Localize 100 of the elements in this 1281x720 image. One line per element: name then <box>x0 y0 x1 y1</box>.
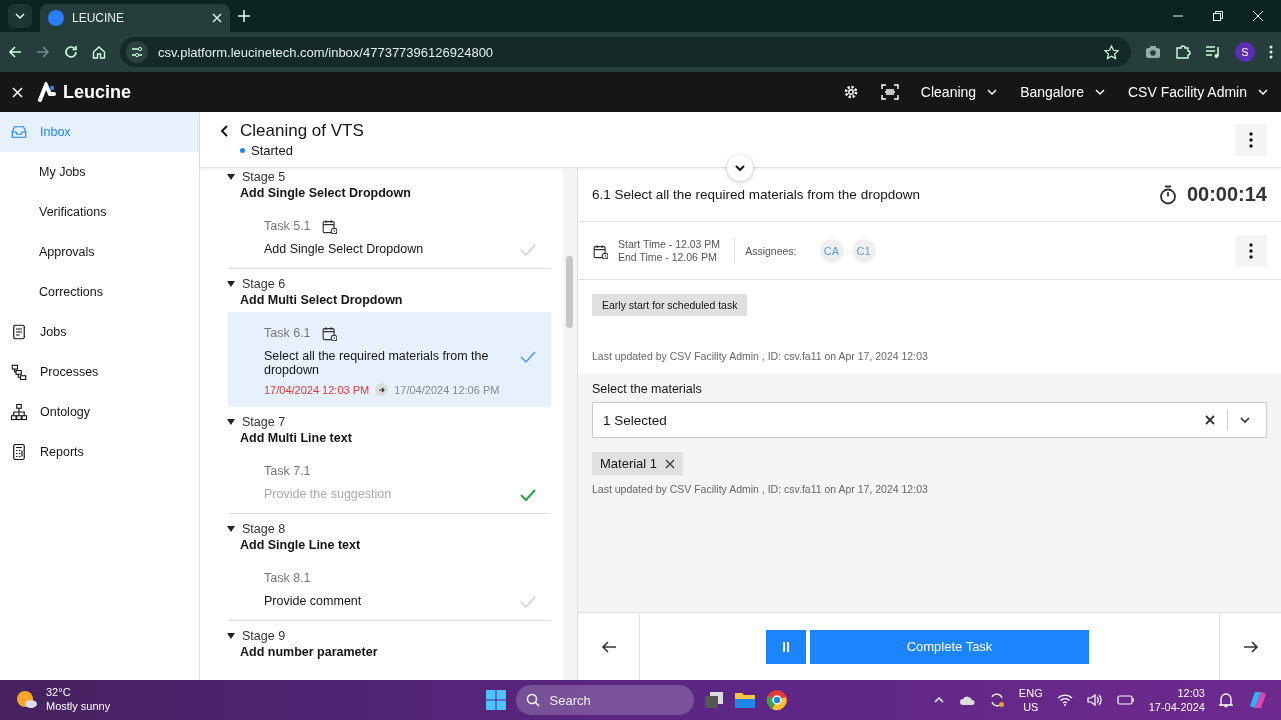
task-label: Task 5.1 <box>264 219 311 233</box>
task-label: Task 6.1 <box>264 325 311 340</box>
sidebar-item[interactable]: Processes <box>0 352 199 392</box>
more-options-icon[interactable] <box>1269 45 1273 59</box>
more-options-button[interactable] <box>1235 234 1267 267</box>
profile-avatar[interactable]: S <box>1235 42 1255 62</box>
back-arrow-icon[interactable] <box>8 45 22 59</box>
more-options-icon <box>1249 242 1253 259</box>
language-indicator[interactable]: ENG <box>1018 685 1043 700</box>
chevron-down-icon <box>734 162 746 174</box>
sidebar-item[interactable]: Reports <box>0 432 199 472</box>
arrow-right-icon <box>1242 639 1259 654</box>
reload-icon[interactable] <box>64 45 78 59</box>
task-item[interactable]: Task 6.1 Select all the required materials from the dropdown 17/04/2024 12:03 PM 17/04/2024 12:06 PM <box>228 311 551 408</box>
volume-icon[interactable] <box>1086 693 1103 707</box>
pause-icon <box>781 640 791 653</box>
caret-icon[interactable] <box>226 278 236 289</box>
sidebar-item[interactable]: My Jobs <box>0 152 199 192</box>
close-icon[interactable] <box>212 13 222 23</box>
sidebar-item[interactable]: Ontology <box>0 392 199 432</box>
address-bar[interactable]: csv.platform.leucinetech.com/inbox/477377396126924800 <box>120 37 1131 67</box>
pause-button[interactable] <box>766 629 806 664</box>
clock-time[interactable]: 12:03 <box>1148 685 1205 700</box>
task-item[interactable]: Task 5.1 Add Single Select Dropdown <box>228 205 551 269</box>
camera-icon[interactable] <box>1145 45 1161 59</box>
task-label: Task 7.1 <box>264 464 311 479</box>
sidebar-item-icon <box>10 403 28 421</box>
task-item[interactable]: Task 7.1 Provide the suggestion <box>228 450 551 514</box>
task-name: Select all the required materials from the dropdown <box>264 349 490 378</box>
complete-task-button[interactable]: Complete Task <box>810 629 1089 664</box>
scrollbar-thumb[interactable] <box>566 256 573 328</box>
start-time: Start Time - 12.03 PM <box>618 237 721 251</box>
battery-icon[interactable] <box>1116 694 1135 706</box>
remove-icon[interactable] <box>665 458 676 469</box>
stage-name: Add Single Select Dropdown <box>240 186 412 200</box>
sidebar-item[interactable]: Corrections <box>0 272 199 312</box>
close-icon[interactable] <box>1253 11 1263 21</box>
end-time: End Time - 12.06 PM <box>618 250 718 264</box>
caret-icon[interactable] <box>226 630 236 641</box>
copilot-icon[interactable] <box>1247 689 1269 711</box>
chevron-down-icon <box>986 86 999 98</box>
sidebar-item-icon <box>10 123 28 141</box>
new-tab-icon[interactable] <box>238 10 250 22</box>
sidebar-item[interactable]: Approvals <box>0 232 199 272</box>
caret-icon[interactable] <box>226 172 236 182</box>
arrow-left-icon <box>600 639 617 654</box>
stage-name: Add number parameter <box>240 644 379 659</box>
stage-label: Stage 7 <box>242 415 286 430</box>
taskbar-search-field[interactable]: Search <box>515 685 694 715</box>
browser-tab[interactable]: LEUCINE <box>40 4 230 32</box>
forward-arrow-icon[interactable] <box>36 45 50 59</box>
cloud-icon[interactable] <box>958 694 975 706</box>
sun-cloud-icon <box>16 690 38 710</box>
more-options-button[interactable] <box>1235 123 1267 156</box>
scheduled-start: 17/04/2024 12:03 PM <box>264 383 370 396</box>
timer-text: 00:00:14 <box>1186 183 1267 206</box>
collapse-button[interactable] <box>727 155 753 181</box>
tab-search-button[interactable] <box>8 4 32 28</box>
windows-start-icon[interactable] <box>485 690 506 710</box>
region-indicator[interactable]: US <box>1018 700 1043 715</box>
sidebar-item[interactable]: Verifications <box>0 192 199 232</box>
stage-label: Stage 6 <box>242 276 286 291</box>
task-view-icon[interactable] <box>703 691 724 709</box>
assignees-label: Assignees: <box>745 244 797 257</box>
last-updated-text: Last updated by CSV Facility Admin , ID: csv.fa11 on Apr 17, 2024 12:03 <box>592 483 929 495</box>
puzzle-piece-icon[interactable] <box>1175 44 1191 60</box>
chevron-down-icon <box>1257 86 1269 98</box>
brand-name: Leucine <box>63 81 132 103</box>
folder-icon[interactable] <box>733 691 756 709</box>
dropdown-menu[interactable]: CSV Facility Admin <box>1127 84 1269 100</box>
task-name: Add Single Select Dropdown <box>264 243 425 257</box>
dropdown-menu[interactable]: Cleaning <box>920 84 999 100</box>
restore-icon[interactable] <box>1213 11 1223 21</box>
clock-date[interactable]: 17-04-2024 <box>1148 700 1205 715</box>
chevron-down-icon <box>14 10 26 22</box>
home-icon[interactable] <box>92 45 106 59</box>
stage-name: Add Multi Line text <box>240 431 353 446</box>
scheduled-end: 17/04/2024 12:06 PM <box>394 383 500 396</box>
sidebar-item[interactable]: Jobs <box>0 312 199 352</box>
url-text: csv.platform.leucinetech.com/inbox/477377396126924800 <box>158 44 495 60</box>
scan-icon[interactable] <box>880 84 899 100</box>
materials-select[interactable]: 1 Selected <box>592 402 1267 438</box>
star-icon[interactable] <box>1104 44 1119 60</box>
site-settings-icon[interactable] <box>126 41 148 63</box>
task-item[interactable]: Task 8.1 Provide comment <box>228 557 551 621</box>
dropdown-menu[interactable]: Bangalore <box>1020 84 1106 100</box>
caret-icon[interactable] <box>226 524 236 534</box>
stage-label: Stage 8 <box>242 522 286 536</box>
weather-condition: Mostly sunny <box>46 700 111 714</box>
settings-icon[interactable] <box>842 84 859 100</box>
media-queue-icon[interactable] <box>1205 45 1221 59</box>
wifi-icon[interactable] <box>1056 694 1073 706</box>
status-dot <box>240 148 245 153</box>
task-label: Task 8.1 <box>264 571 311 585</box>
parameter-label: Select the materials <box>592 382 703 396</box>
browser-app-icon[interactable] <box>765 689 788 711</box>
favicon-icon <box>48 10 64 26</box>
task-title: 6.1 Select all the required materials from the dropdown <box>592 187 921 202</box>
stage-name: Add Multi Select Dropdown <box>240 292 404 307</box>
bell-icon[interactable] <box>1219 692 1233 708</box>
